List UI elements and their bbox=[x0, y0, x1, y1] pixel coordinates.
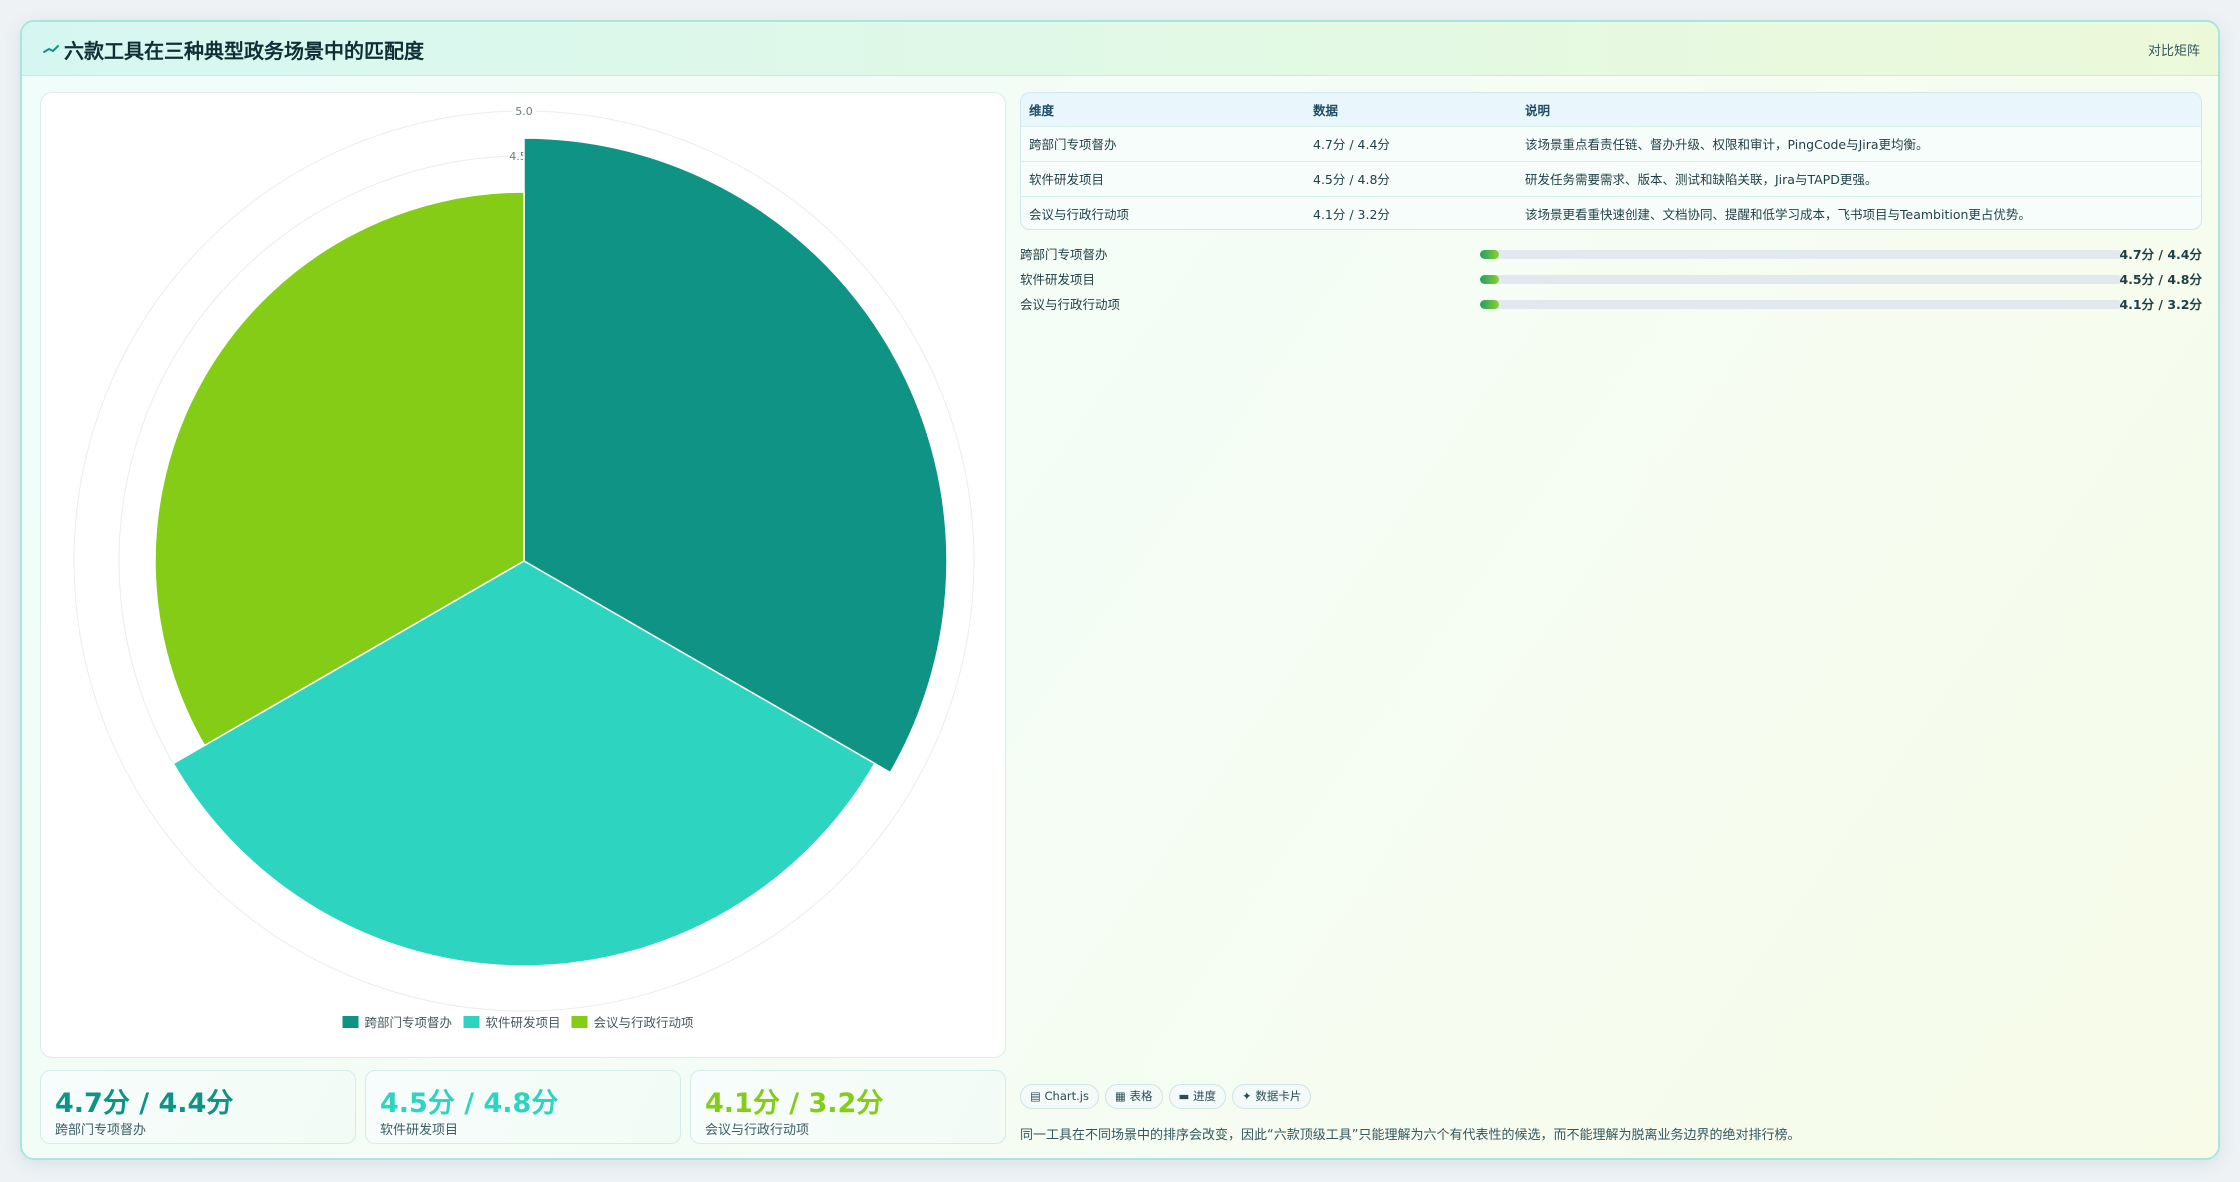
table-header-row: 维度 数据 说明 bbox=[1021, 93, 2201, 126]
table-cell-note: 研发任务需要需求、版本、测试和缺陷关联，Jira与TAPD更强。 bbox=[1525, 172, 1878, 187]
legend-swatch-3[interactable] bbox=[571, 1016, 588, 1028]
r-tick-label-1: 5.0 bbox=[515, 105, 533, 118]
table-cell-note: 该场景更看重快速创建、文档协同、提醒和低学习成本，飞书项目与Teambition… bbox=[1525, 207, 2031, 223]
progress-row: 跨部门专项督办 4.7分 / 4.4分 bbox=[1020, 244, 2202, 269]
trend-line-icon bbox=[43, 45, 59, 53]
legend-swatch-2[interactable] bbox=[463, 1016, 480, 1028]
table-cell-note: 该场景重点看责任链、督办升级、权限和审计，PingCode与Jira更均衡。 bbox=[1525, 137, 1929, 152]
progress-row: 会议与行政行动项 4.1分 / 3.2分 bbox=[1020, 294, 2202, 319]
stat-label: 跨部门专项督办 bbox=[55, 1123, 147, 1138]
chip-chartjs[interactable]: ▤ Chart.js bbox=[1020, 1084, 1099, 1109]
stat-card-3: 4.1分 / 3.2分 会议与行政行动项 bbox=[690, 1070, 1006, 1144]
progress-value: 4.1分 / 3.2分 bbox=[2119, 297, 2202, 312]
card-header: 六款工具在三种典型政务场景中的匹配度 对比矩阵 bbox=[22, 22, 2218, 76]
progress-list: 跨部门专项督办 4.7分 / 4.4分 软件研发项目 4.5分 / 4.8分 会… bbox=[1020, 244, 2202, 319]
progress-label: 跨部门专项督办 bbox=[1020, 247, 1108, 262]
table-header-dim: 维度 bbox=[1029, 102, 1055, 118]
stat-value: 4.1分 / 3.2分 bbox=[705, 1088, 884, 1119]
stat-value: 4.7分 / 4.4分 bbox=[55, 1088, 234, 1119]
table-cell-data: 4.7分 / 4.4分 bbox=[1313, 137, 1390, 152]
progress-track bbox=[1480, 300, 2122, 309]
chip-progress[interactable]: ▬ 进度 bbox=[1168, 1084, 1227, 1109]
progress-row: 软件研发项目 4.5分 / 4.8分 bbox=[1020, 269, 2202, 294]
progress-track bbox=[1480, 250, 2122, 259]
progress-fill bbox=[1480, 250, 1500, 259]
polar-area-chart: 4.55.0跨部门专项督办 软件研发项目 会议与行政行动项 bbox=[73, 104, 975, 1030]
table-header-data: 数据 bbox=[1313, 102, 1339, 118]
progress-label: 软件研发项目 bbox=[1020, 272, 1096, 287]
stat-label: 会议与行政行动项 bbox=[705, 1123, 810, 1138]
table-header-note: 说明 bbox=[1525, 102, 1551, 118]
data-table: 维度 数据 说明 跨部门专项督办 4.7分 / 4.4分 该场景重点看责任链、督… bbox=[1020, 92, 2202, 230]
progress-fill bbox=[1480, 275, 1500, 284]
table-cell-data: 4.5分 / 4.8分 bbox=[1313, 172, 1390, 187]
page-title: 六款工具在三种典型政务场景中的匹配度 bbox=[64, 39, 424, 63]
table-cell-dim: 软件研发项目 bbox=[1029, 172, 1105, 187]
legend-swatch-1[interactable] bbox=[342, 1016, 359, 1028]
legend-label-3[interactable]: 会议与行政行动项 bbox=[594, 1015, 694, 1030]
table-cell-data: 4.1分 / 3.2分 bbox=[1313, 207, 1390, 223]
stat-card-1: 4.7分 / 4.4分 跨部门专项督办 bbox=[40, 1070, 356, 1144]
stat-value: 4.5分 / 4.8分 bbox=[380, 1088, 559, 1119]
progress-value: 4.5分 / 4.8分 bbox=[2119, 272, 2202, 287]
legend-label-2[interactable]: 软件研发项目 bbox=[486, 1015, 561, 1030]
legend-label-1[interactable]: 跨部门专项督办 bbox=[365, 1015, 453, 1030]
chart-card: 六款工具在三种典型政务场景中的匹配度 对比矩阵 4.5 5.0 跨部门专项督办 软件研… bbox=[20, 20, 2220, 1160]
chip-table[interactable]: ▦ 表格 bbox=[1104, 1084, 1163, 1109]
progress-fill bbox=[1480, 300, 1500, 309]
table-cell-dim: 会议与行政行动项 bbox=[1029, 207, 1130, 223]
progress-track bbox=[1480, 275, 2122, 284]
table-row: 软件研发项目 4.5分 / 4.8分 研发任务需要需求、版本、测试和缺陷关联，J… bbox=[1021, 161, 2201, 196]
header-tag: 对比矩阵 bbox=[2147, 44, 2200, 59]
progress-label: 会议与行政行动项 bbox=[1020, 297, 1121, 312]
progress-value: 4.7分 / 4.4分 bbox=[2119, 247, 2202, 262]
feature-chips: ▤ Chart.js ▦ 表格 ▬ 进度 ✦ 数据卡片 bbox=[1020, 1084, 1317, 1109]
table-row: 会议与行政行动项 4.1分 / 3.2分 该场景更看重快速创建、文档协同、提醒和… bbox=[1021, 196, 2201, 229]
footnote: 同一工具在不同场景中的排序会改变，因此“六款顶级工具”只能理解为六个有代表性的候… bbox=[1020, 1128, 1801, 1143]
stat-card-2: 4.5分 / 4.8分 软件研发项目 bbox=[365, 1070, 681, 1144]
table-cell-dim: 跨部门专项督办 bbox=[1029, 137, 1117, 152]
chip-data-cards[interactable]: ✦ 数据卡片 bbox=[1232, 1084, 1312, 1109]
chart-panel: 4.5 5.0 跨部门专项督办 软件研发项目 会议与行政行动项 bbox=[40, 92, 1006, 1058]
stat-label: 软件研发项目 bbox=[380, 1123, 459, 1138]
table-row: 跨部门专项督办 4.7分 / 4.4分 该场景重点看责任链、督办升级、权限和审计… bbox=[1021, 126, 2201, 161]
